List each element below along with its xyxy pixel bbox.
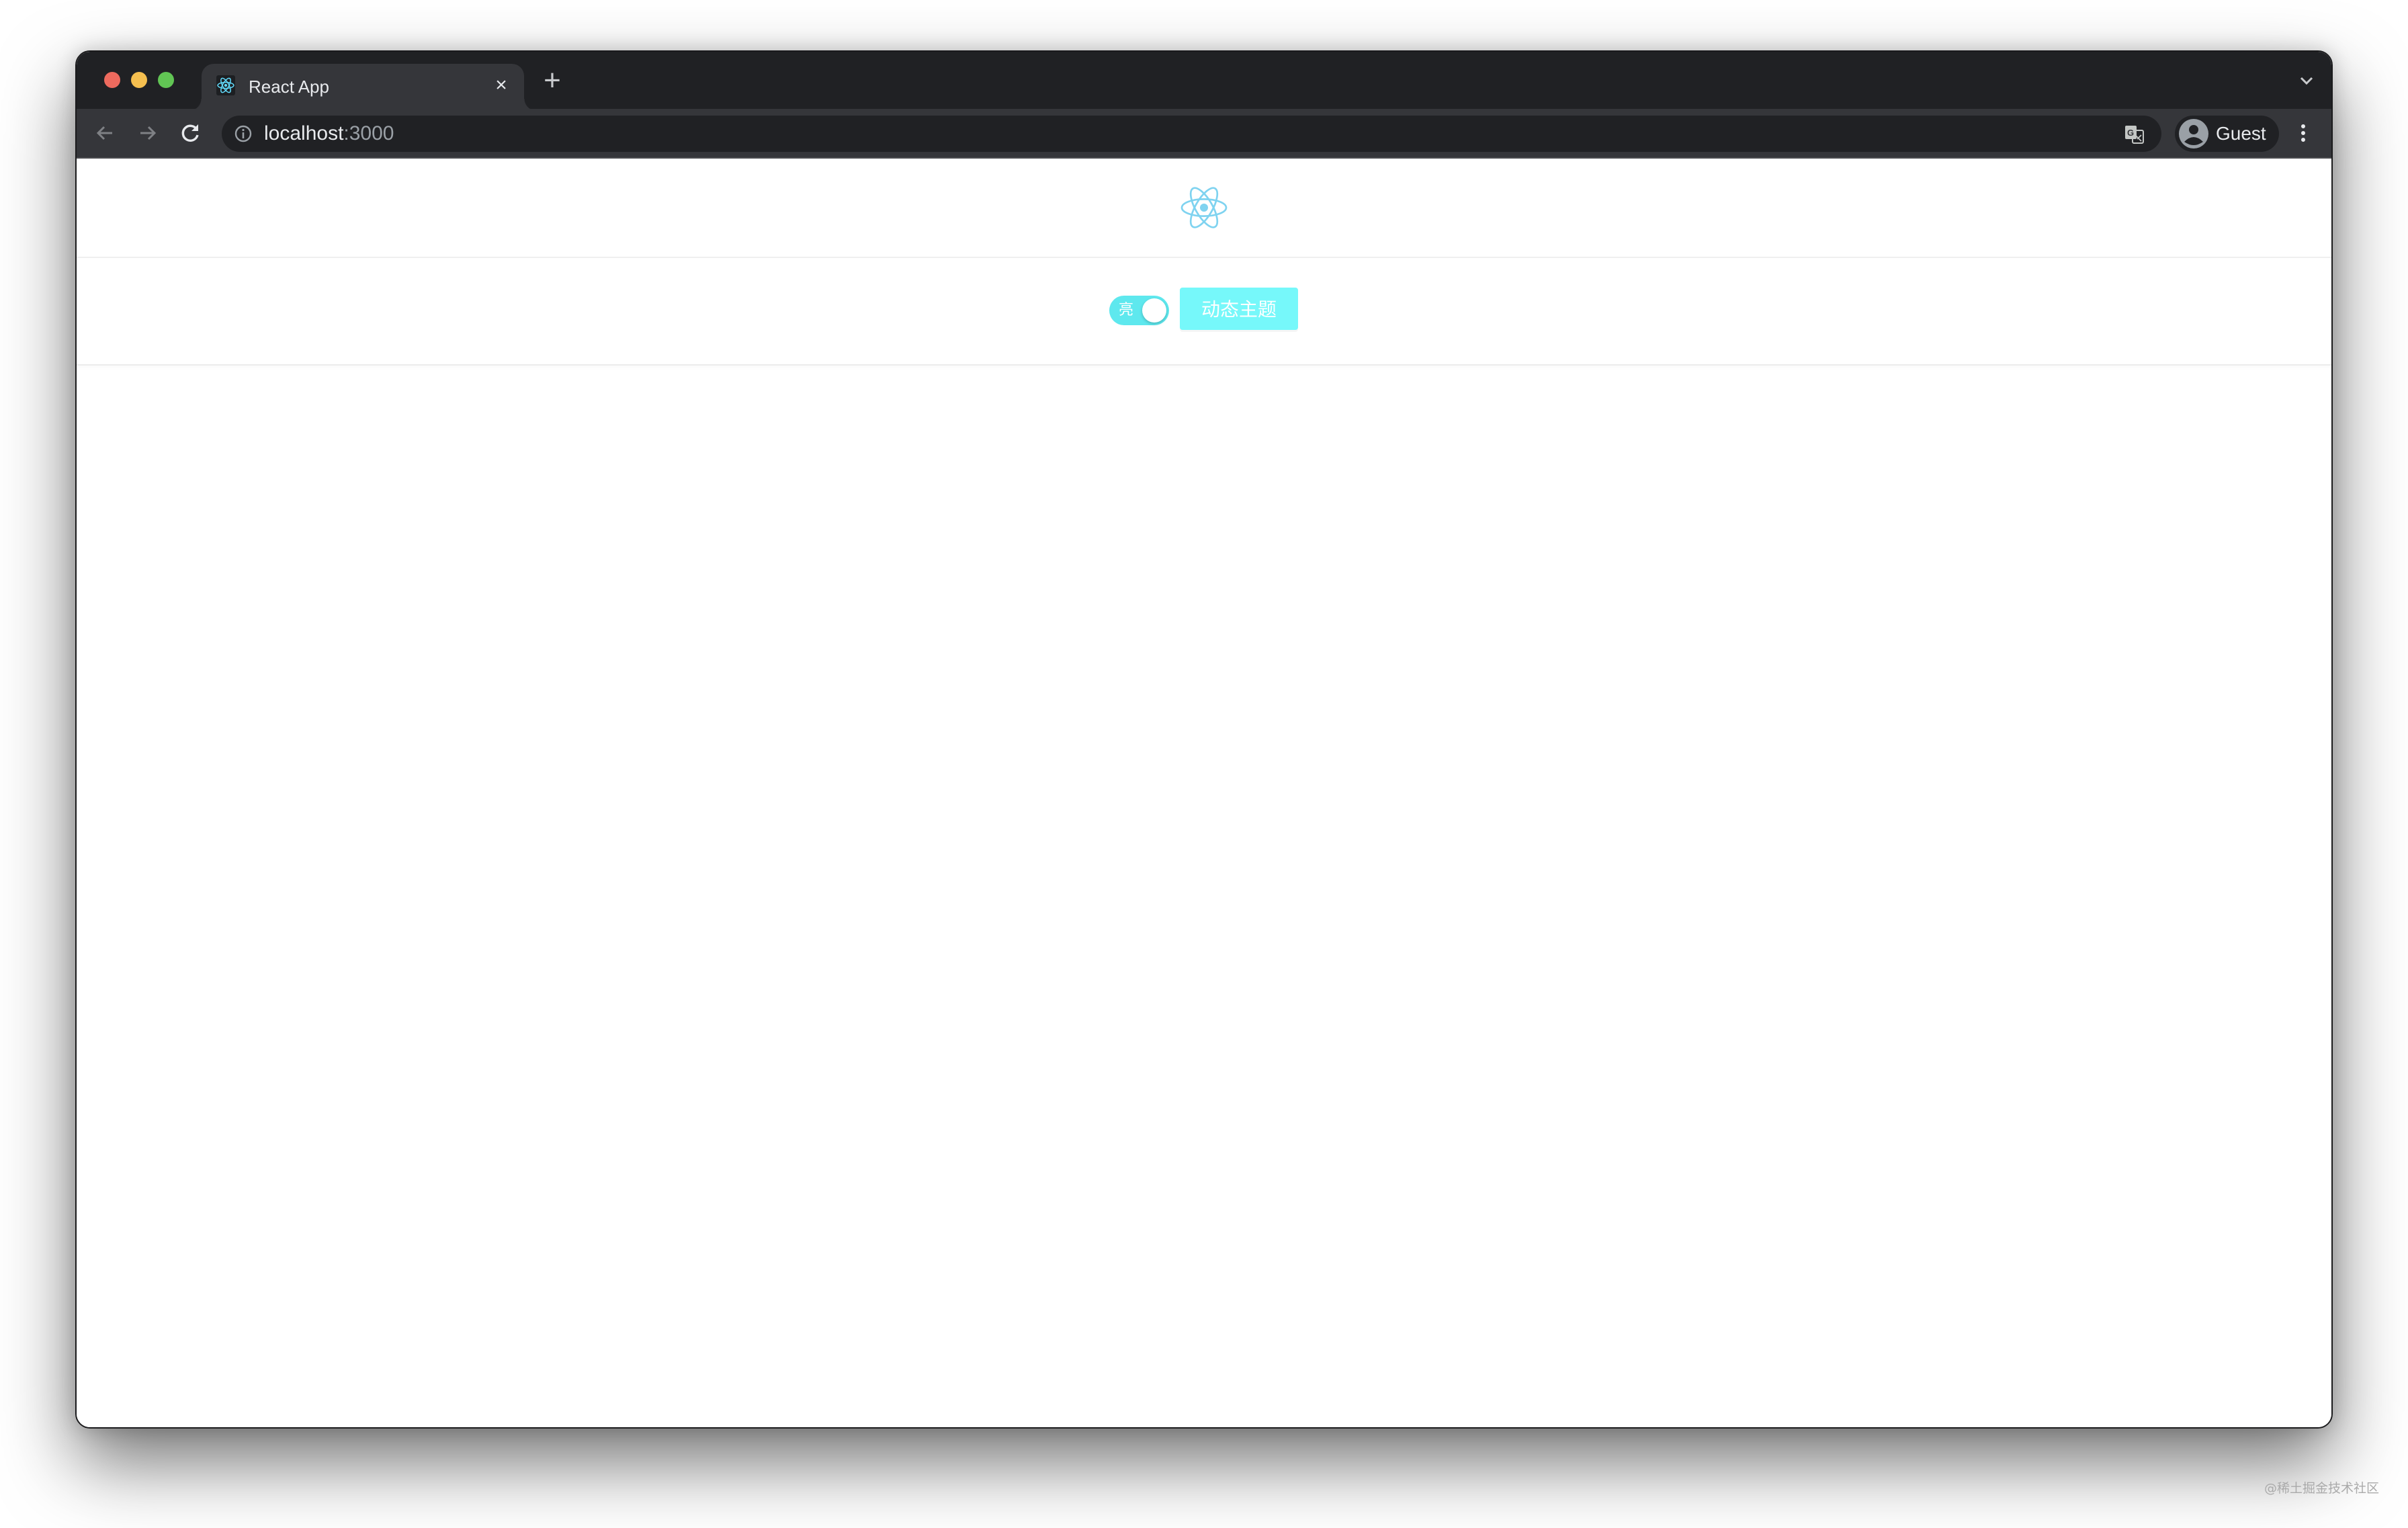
react-logo-icon (216, 75, 235, 95)
translate-icon[interactable]: G (2124, 124, 2145, 145)
arrow-right-icon (140, 126, 157, 140)
browser-toolbar: localhost:3000 G Guest (77, 109, 2331, 159)
browser-window: React App × + localhost:3000 G Guest 亮 动… (75, 50, 2333, 1429)
theme-controls-bar: 亮 动态主题 (77, 258, 2331, 366)
url-port: :3000 (343, 122, 394, 144)
reload-icon (181, 124, 199, 142)
app-header (77, 159, 2331, 258)
arrow-left-icon (96, 126, 112, 140)
watermark: @稀土掘金技术社区 (2264, 1481, 2380, 1496)
maximize-window-button[interactable] (158, 72, 174, 88)
tab-title: React App (249, 77, 329, 97)
info-icon[interactable] (234, 124, 253, 143)
minimize-window-button[interactable] (131, 72, 147, 88)
toggle-knob[interactable] (1142, 298, 1166, 323)
dynamic-theme-button[interactable]: 动态主题 (1180, 288, 1298, 330)
new-tab-button[interactable]: + (538, 66, 567, 96)
close-window-button[interactable] (104, 72, 120, 88)
address-bar[interactable]: localhost:3000 G (222, 116, 2161, 152)
profile-name: Guest (2216, 123, 2266, 144)
person-avatar-icon (2179, 119, 2208, 148)
reload-button[interactable] (176, 118, 206, 148)
tab-close-button[interactable]: × (490, 75, 512, 96)
back-button[interactable] (90, 118, 120, 148)
toggle-label: 亮 (1119, 302, 1134, 319)
url-host: localhost (264, 122, 344, 144)
tab-strip: React App × + (77, 52, 2331, 111)
profile-button[interactable]: Guest (2175, 116, 2279, 152)
forward-button[interactable] (133, 118, 163, 148)
chevron-down-icon[interactable] (2296, 71, 2317, 91)
theme-toggle-switch[interactable]: 亮 (1109, 296, 1169, 325)
page-content: 亮 动态主题 (77, 159, 2331, 1427)
tab-react-app[interactable]: React App × (189, 64, 536, 111)
react-logo-icon (1180, 187, 1228, 228)
url-text[interactable]: localhost:3000 (264, 122, 394, 145)
kebab-menu-icon[interactable] (2295, 118, 2311, 148)
svg-text:G: G (2127, 128, 2134, 138)
